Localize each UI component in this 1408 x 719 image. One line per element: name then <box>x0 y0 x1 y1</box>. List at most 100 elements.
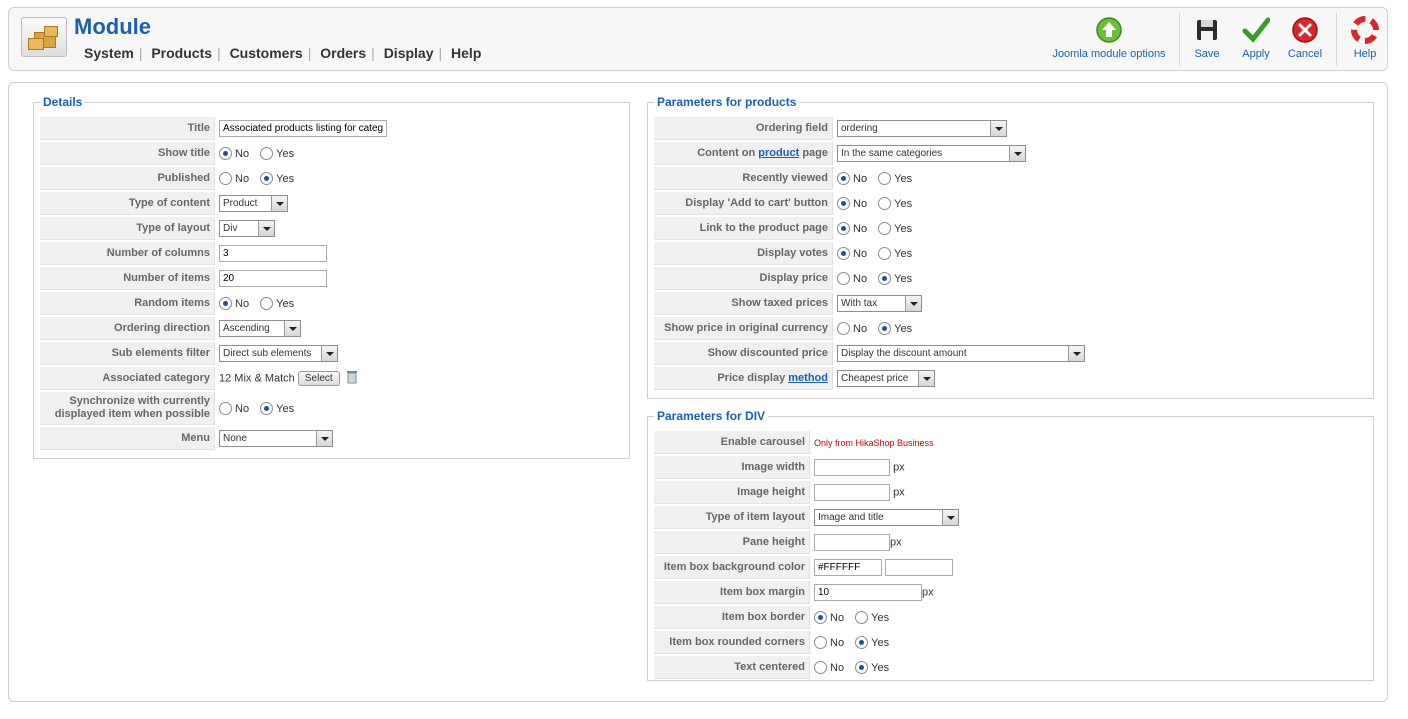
display-votes-label: Display votes <box>654 242 833 265</box>
discounted-price-select[interactable]: Display the discount amount <box>837 345 1085 362</box>
taxed-prices-select[interactable]: With tax <box>837 295 922 312</box>
radio-label-yes: Yes <box>276 147 295 160</box>
select-category-button[interactable]: Select <box>297 371 340 386</box>
num-items-input[interactable] <box>219 270 327 287</box>
show-title-no-radio[interactable] <box>219 147 232 160</box>
show-title-yes-radio[interactable] <box>260 147 274 160</box>
title-label: Title <box>40 117 215 140</box>
chevron-down-icon <box>918 371 934 386</box>
price-no-radio[interactable] <box>837 272 850 285</box>
radio-label-no: No <box>235 172 250 185</box>
item-layout-select[interactable]: Image and title <box>814 509 959 526</box>
content-on-product-select[interactable]: In the same categories <box>837 145 1026 162</box>
bg-color-input[interactable] <box>814 559 882 576</box>
menu-customers[interactable]: Customers <box>225 45 308 61</box>
recently-no-radio[interactable] <box>837 172 850 185</box>
type-content-select[interactable]: Product <box>219 195 288 212</box>
module-logo-icon <box>21 17 67 57</box>
menu-orders[interactable]: Orders <box>315 45 371 61</box>
add-cart-no-radio[interactable] <box>837 197 850 210</box>
chevron-down-icon <box>905 296 921 311</box>
bg-color-swatch[interactable] <box>885 559 954 576</box>
price-method-value: Cheapest price <box>841 373 909 384</box>
radio-label-no: No <box>235 297 250 310</box>
sync-yes-radio[interactable] <box>260 402 274 415</box>
chevron-down-icon <box>316 431 332 446</box>
link-yes-radio[interactable] <box>878 222 892 235</box>
border-no-radio[interactable] <box>814 611 827 624</box>
price-yes-radio[interactable] <box>878 272 892 285</box>
details-legend: Details <box>43 95 83 109</box>
content-area: Details Title Show title No Yes Publishe… <box>8 82 1388 702</box>
ordering-field-select[interactable]: ordering <box>837 120 1007 137</box>
main-menu: System | Products | Customers | Orders | Dis… <box>79 45 486 61</box>
image-width-label: Image width <box>654 456 810 479</box>
orig-currency-yes-radio[interactable] <box>878 322 892 335</box>
random-yes-radio[interactable] <box>260 297 274 310</box>
pane-height-input[interactable] <box>814 534 890 551</box>
save-button[interactable]: Save <box>1187 16 1227 60</box>
up-arrow-icon <box>1095 16 1123 44</box>
taxed-prices-value: With tax <box>841 298 878 309</box>
image-width-input[interactable] <box>814 459 890 476</box>
text-centered-label: Text centered <box>654 656 810 679</box>
help-button[interactable]: Help <box>1345 16 1385 60</box>
assoc-category-label: Associated category <box>40 367 215 390</box>
link-no-radio[interactable] <box>837 222 850 235</box>
rounded-no-radio[interactable] <box>814 636 827 649</box>
menu-select[interactable]: None <box>219 430 333 447</box>
discounted-price-label: Show discounted price <box>654 342 833 365</box>
apply-label: Apply <box>1242 48 1270 60</box>
votes-no-radio[interactable] <box>837 247 850 260</box>
cancel-button[interactable]: Cancel <box>1285 16 1325 60</box>
content-on-product-value: In the same categories <box>841 148 943 159</box>
radio-label-no: No <box>853 322 868 335</box>
joomla-options-button[interactable]: Joomla module options <box>1049 16 1169 60</box>
ordering-field-label: Ordering field <box>654 117 833 140</box>
bg-color-label: Item box background color <box>654 556 810 579</box>
cancel-icon <box>1291 16 1319 44</box>
display-price-label: Display price <box>654 267 833 290</box>
random-items-label: Random items <box>40 292 215 315</box>
centered-yes-radio[interactable] <box>855 661 869 674</box>
ordering-direction-select[interactable]: Ascending <box>219 320 301 337</box>
link-product-page-label: Link to the product page <box>654 217 833 240</box>
products-fieldset: Parameters for products Ordering field o… <box>647 95 1374 399</box>
published-no-radio[interactable] <box>219 172 232 185</box>
sub-filter-select[interactable]: Direct sub elements <box>219 345 338 362</box>
apply-button[interactable]: Apply <box>1236 16 1276 60</box>
item-margin-label: Item box margin <box>654 581 810 604</box>
votes-yes-radio[interactable] <box>878 247 892 260</box>
page-title: Module <box>74 14 151 39</box>
menu-products[interactable]: Products <box>146 45 217 61</box>
title-input[interactable] <box>219 120 387 137</box>
random-no-radio[interactable] <box>219 297 232 310</box>
item-border-label: Item box border <box>654 606 810 629</box>
menu-help[interactable]: Help <box>446 45 486 61</box>
centered-no-radio[interactable] <box>814 661 827 674</box>
recently-yes-radio[interactable] <box>878 172 892 185</box>
rounded-yes-radio[interactable] <box>855 636 869 649</box>
method-link[interactable]: method <box>788 372 828 384</box>
sync-no-radio[interactable] <box>219 402 232 415</box>
num-columns-input[interactable] <box>219 245 327 262</box>
price-method-label: Price display method <box>654 367 833 390</box>
cancel-label: Cancel <box>1287 48 1323 60</box>
add-cart-yes-radio[interactable] <box>878 197 892 210</box>
trash-icon[interactable] <box>346 370 357 387</box>
type-layout-select[interactable]: Div <box>219 220 275 237</box>
ordering-direction-label: Ordering direction <box>40 317 215 340</box>
checkmark-icon <box>1242 16 1271 44</box>
orig-currency-no-radio[interactable] <box>837 322 850 335</box>
menu-system[interactable]: System <box>79 45 139 61</box>
item-margin-input[interactable] <box>814 584 922 601</box>
product-link[interactable]: product <box>758 147 799 159</box>
menu-display[interactable]: Display <box>379 45 439 61</box>
synchronize-label-line1: Synchronize with currently <box>69 395 210 407</box>
price-method-select[interactable]: Cheapest price <box>837 370 935 387</box>
original-currency-label: Show price in original currency <box>654 317 833 340</box>
radio-label-no: No <box>830 661 845 674</box>
border-yes-radio[interactable] <box>855 611 869 624</box>
image-height-input[interactable] <box>814 484 890 501</box>
published-yes-radio[interactable] <box>260 172 274 185</box>
